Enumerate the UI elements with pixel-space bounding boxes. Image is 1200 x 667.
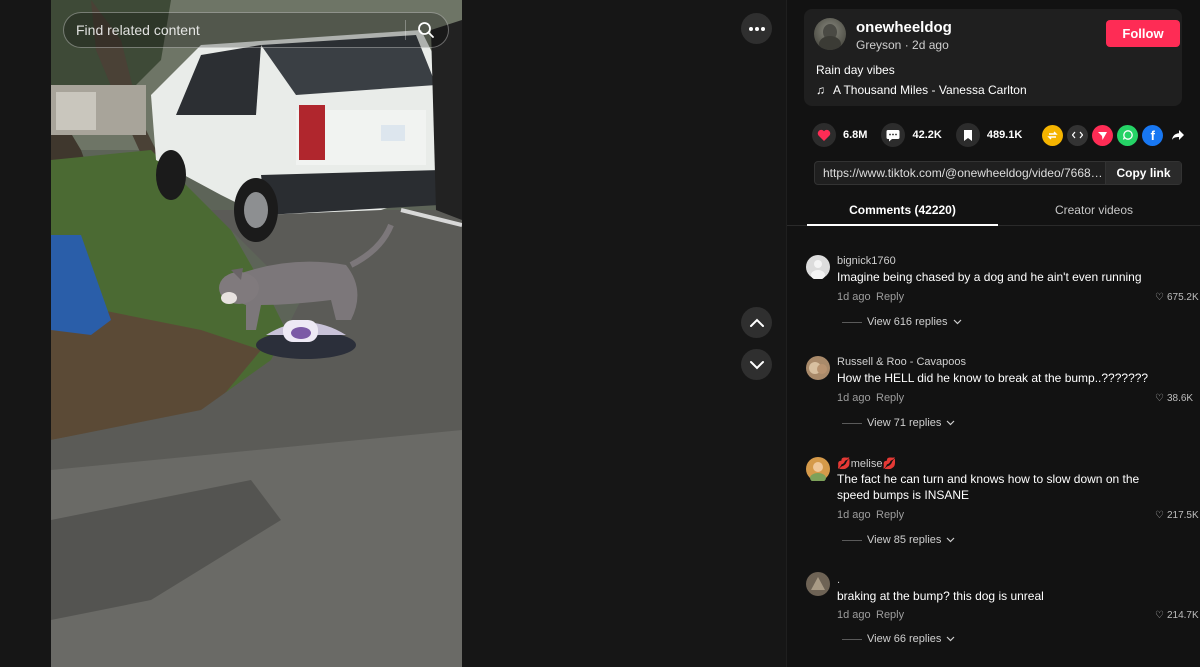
comment-bubble-icon[interactable] bbox=[881, 123, 906, 147]
whatsapp-icon[interactable] bbox=[1117, 124, 1139, 146]
heart-outline-icon[interactable]: ♡ bbox=[1155, 393, 1164, 404]
commenter-username[interactable]: bignick1760 bbox=[837, 255, 896, 267]
next-video-button[interactable] bbox=[741, 349, 772, 380]
copy-link-button[interactable]: Copy link bbox=[1105, 162, 1181, 184]
heart-outline-icon[interactable]: ♡ bbox=[1155, 610, 1164, 621]
video-frame bbox=[51, 0, 462, 667]
chevron-up-icon bbox=[749, 318, 764, 327]
heart-icon[interactable] bbox=[812, 123, 836, 147]
comment-like[interactable]: ♡ 214.7K bbox=[1155, 610, 1199, 621]
comment-time: 1d ago bbox=[837, 509, 871, 521]
comment-count: 42.2K bbox=[912, 129, 942, 141]
music-note-icon: ♫ bbox=[816, 83, 825, 97]
like-count: 6.8M bbox=[843, 129, 868, 141]
music-title[interactable]: A Thousand Miles - Vanessa Carlton bbox=[833, 83, 1027, 97]
author-avatar[interactable] bbox=[814, 18, 846, 50]
commenter-username[interactable]: . bbox=[837, 574, 840, 586]
replies-line bbox=[842, 422, 862, 424]
search-divider bbox=[405, 20, 406, 40]
comment-text: The fact he can turn and knows how to sl… bbox=[837, 472, 1140, 502]
commenter-username[interactable]: 💋melise💋 bbox=[837, 457, 896, 470]
video-stage bbox=[0, 0, 786, 667]
view-replies-label[interactable]: View 616 replies bbox=[867, 316, 948, 328]
tiktok-video-page: onewheeldog Greyson · 2d ago Follow Rain… bbox=[0, 0, 1200, 667]
view-replies-button[interactable]: View 71 replies bbox=[842, 417, 955, 429]
comment-time: 1d ago bbox=[837, 392, 871, 404]
search-bar[interactable] bbox=[63, 12, 449, 48]
facebook-icon[interactable]: f bbox=[1142, 124, 1164, 146]
save-action[interactable]: 489.1K bbox=[955, 123, 1023, 147]
embed-code-icon[interactable] bbox=[1067, 124, 1089, 146]
view-replies-button[interactable]: View 616 replies bbox=[842, 316, 962, 328]
comment-time: 1d ago bbox=[837, 609, 871, 621]
like-action[interactable]: 6.8M bbox=[812, 123, 867, 147]
reply-button[interactable]: Reply bbox=[876, 392, 904, 404]
replies-line bbox=[842, 638, 862, 640]
commenter-avatar[interactable] bbox=[806, 255, 830, 280]
more-dots-icon bbox=[748, 26, 765, 31]
heart-outline-icon[interactable]: ♡ bbox=[1155, 292, 1164, 303]
meta-separator: · bbox=[904, 38, 913, 52]
previous-video-button[interactable] bbox=[741, 307, 772, 338]
comment-like-count: 38.6K bbox=[1166, 393, 1194, 404]
share-link-box: https://www.tiktok.com/@onewheeldog/vide… bbox=[814, 161, 1182, 185]
commenter-avatar[interactable] bbox=[806, 572, 830, 596]
commenter-avatar[interactable] bbox=[806, 356, 830, 380]
replies-line bbox=[842, 321, 862, 323]
author-username[interactable]: onewheeldog bbox=[856, 19, 952, 36]
reply-button[interactable]: Reply bbox=[876, 609, 904, 621]
action-bar: 6.8M 42.2K 489.1K f bbox=[812, 122, 1188, 148]
heart-outline-icon[interactable]: ♡ bbox=[1155, 510, 1164, 521]
replies-line bbox=[842, 539, 862, 541]
send-to-friends-icon[interactable] bbox=[1092, 124, 1114, 146]
video-player[interactable] bbox=[51, 0, 462, 667]
chevron-down-icon bbox=[946, 636, 955, 642]
follow-button[interactable]: Follow bbox=[1106, 20, 1180, 47]
comment-action[interactable]: 42.2K bbox=[881, 123, 942, 147]
author-display-name[interactable]: Greyson bbox=[856, 38, 901, 52]
commenter-username[interactable]: Russell & Roo - Cavapoos bbox=[837, 356, 966, 368]
more-options-button[interactable] bbox=[741, 13, 772, 44]
chevron-down-icon bbox=[749, 360, 764, 369]
comment-like[interactable]: ♡ 675.2K bbox=[1155, 292, 1199, 303]
view-replies-button[interactable]: View 85 replies bbox=[842, 534, 955, 546]
chevron-down-icon bbox=[946, 537, 955, 543]
reply-button[interactable]: Reply bbox=[876, 291, 904, 303]
view-replies-label[interactable]: View 66 replies bbox=[867, 633, 941, 645]
bookmark-icon[interactable] bbox=[955, 123, 980, 147]
comment-like[interactable]: ♡ 38.6K bbox=[1155, 393, 1193, 404]
comment-like-count: 675.2K bbox=[1166, 292, 1199, 303]
tab-creator-videos[interactable]: Creator videos bbox=[998, 198, 1190, 226]
comment-time: 1d ago bbox=[837, 291, 871, 303]
share-buttons: f bbox=[1042, 124, 1188, 146]
details-panel: onewheeldog Greyson · 2d ago Follow Rain… bbox=[786, 0, 1200, 667]
search-input[interactable] bbox=[76, 22, 395, 38]
author-meta: Greyson · 2d ago bbox=[856, 38, 949, 52]
panel-tabs: Comments (42220) Creator videos bbox=[787, 198, 1200, 226]
share-url[interactable]: https://www.tiktok.com/@onewheeldog/vide… bbox=[815, 166, 1105, 180]
comments-list: bignick1760 Imagine being chased by a do… bbox=[787, 226, 1200, 667]
search-icon[interactable] bbox=[416, 20, 436, 40]
chevron-down-icon bbox=[953, 319, 961, 325]
music-link[interactable]: ♫ A Thousand Miles - Vanessa Carlton bbox=[816, 83, 1027, 97]
video-caption: Rain day vibes bbox=[816, 63, 895, 77]
save-count: 489.1K bbox=[986, 129, 1023, 141]
comment-like-count: 214.7K bbox=[1166, 610, 1199, 621]
tab-comments[interactable]: Comments (42220) bbox=[807, 198, 998, 226]
view-replies-button[interactable]: View 66 replies bbox=[842, 633, 955, 645]
post-time: 2d ago bbox=[912, 38, 949, 52]
comment-like[interactable]: ♡ 217.5K bbox=[1155, 510, 1199, 521]
comment-text: Imagine being chased by a dog and he ain… bbox=[837, 270, 1142, 284]
reply-button[interactable]: Reply bbox=[876, 509, 904, 521]
comment-text: braking at the bump? this dog is unreal bbox=[837, 589, 1044, 603]
author-card: onewheeldog Greyson · 2d ago Follow Rain… bbox=[804, 9, 1182, 106]
commenter-avatar[interactable] bbox=[806, 457, 830, 483]
view-replies-label[interactable]: View 71 replies bbox=[867, 417, 941, 429]
repost-icon[interactable] bbox=[1042, 124, 1064, 146]
comment-like-count: 217.5K bbox=[1166, 510, 1199, 521]
chevron-down-icon bbox=[946, 420, 955, 426]
share-arrow-icon[interactable] bbox=[1167, 125, 1188, 146]
view-replies-label[interactable]: View 85 replies bbox=[867, 534, 941, 546]
comment-text: How the HELL did he know to break at the… bbox=[837, 371, 1149, 385]
